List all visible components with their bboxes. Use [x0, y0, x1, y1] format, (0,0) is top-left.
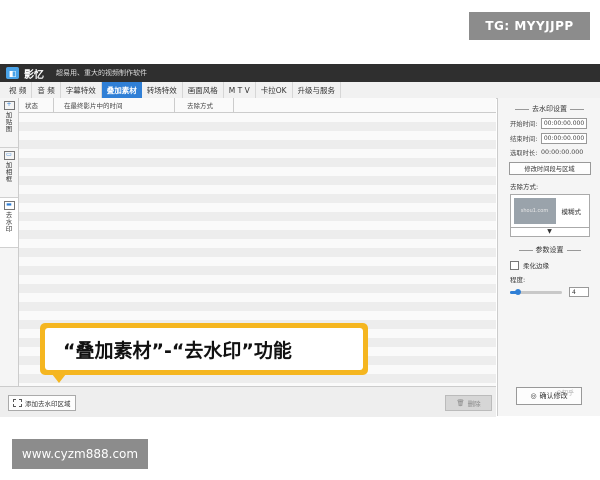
dashed-rect-icon [13, 399, 22, 407]
list-row [19, 194, 496, 203]
side-tab-label: 加相框 [5, 161, 13, 183]
side-tab-label: 加贴图 [5, 111, 13, 133]
start-time-label: 开始时间: [510, 121, 538, 128]
col-method: 去除方式 [175, 98, 234, 112]
callout-pointer [52, 374, 66, 383]
side-tab-frame[interactable]: ▭ 加相框 [0, 148, 18, 198]
start-time-input[interactable]: 00:00:00.000 [541, 118, 587, 129]
feature-callout: “叠加素材”-“去水印”功能 [40, 323, 368, 375]
list-row [19, 266, 496, 275]
removal-mode-label: 去除方式: [510, 183, 539, 191]
section-title-watermark: 去水印设置 [498, 104, 600, 114]
col-status: 状态 [19, 98, 54, 112]
soften-edge-label: 柔化边缘 [523, 262, 549, 270]
delete-button-label: 删除 [467, 400, 481, 408]
tab-picture-style[interactable]: 画面风格 [183, 82, 224, 98]
tab-overlay-material[interactable]: 叠加素材 [101, 82, 142, 98]
delete-button[interactable]: 🗑 删除 [445, 395, 492, 411]
degree-control: 4 [510, 287, 600, 297]
list-row [19, 149, 496, 158]
degree-label: 程度: [510, 276, 526, 284]
list-row [19, 248, 496, 257]
chevron-down-icon[interactable]: ▼ [509, 228, 590, 237]
mode-value: 模糊式 [561, 208, 582, 216]
list-row [19, 131, 496, 140]
sticker-icon: + [3, 101, 15, 110]
degree-value-input[interactable]: 4 [569, 287, 589, 297]
list-toolbar: 添加去水印区域 🗑 删除 [0, 386, 496, 417]
list-row [19, 113, 496, 122]
list-row [19, 203, 496, 212]
list-row [19, 158, 496, 167]
site-watermark: www.cyzm888.com [12, 439, 148, 469]
list-row [19, 212, 496, 221]
checkbox-box [510, 260, 519, 270]
tab-karaoke[interactable]: 卡拉OK [256, 82, 293, 98]
frame-icon: ▭ [3, 151, 15, 160]
tab-subtitle-effects[interactable]: 字幕特效 [61, 82, 102, 98]
trash-icon: 🗑 [456, 399, 465, 407]
list-row [19, 293, 496, 302]
zhihu-watermark: @知乎 [556, 390, 575, 397]
app-logo-icon: ◧ [6, 67, 19, 79]
end-time-label: 结束时间: [510, 136, 538, 143]
add-button-label: 添加去水印区域 [25, 400, 71, 408]
list-row [19, 140, 496, 149]
side-tab-remove-watermark[interactable]: ▬ 去水印 [0, 198, 18, 248]
modify-time-area-button[interactable]: 修改时间段与区域 [508, 162, 591, 175]
tg-watermark: TG: MYYJJPP [469, 12, 590, 40]
side-tabs: + 加贴图 ▭ 加相框 ▬ 去水印 [0, 98, 19, 416]
list-header: 状态 在最终影片中的时间 去除方式 [19, 98, 496, 113]
removal-mode-select[interactable]: shou1.com 模糊式 [509, 194, 590, 228]
list-row [19, 176, 496, 185]
duration-label: 选取时长: [510, 150, 538, 157]
start-time-row: 开始时间: 00:00:00.000 [510, 118, 600, 129]
section-title-params: 参数设置 [498, 245, 600, 255]
watermark-icon: ▬ [3, 201, 15, 210]
list-row [19, 302, 496, 311]
mode-preview-thumbnail: shou1.com [513, 198, 556, 224]
col-time: 在最终影片中的时间 [54, 98, 175, 112]
tab-transition-effects[interactable]: 转场特效 [142, 82, 183, 98]
end-time-input[interactable]: 00:00:00.000 [541, 133, 587, 144]
list-row [19, 257, 496, 266]
degree-slider[interactable] [510, 288, 562, 295]
end-time-row: 结束时间: 00:00:00.000 [510, 133, 600, 144]
list-row [19, 311, 496, 320]
list-row [19, 167, 496, 176]
tab-video[interactable]: 视 频 [4, 82, 33, 98]
tab-mtv[interactable]: M T V [224, 82, 256, 98]
list-row [19, 185, 496, 194]
tab-audio[interactable]: 音 频 [32, 82, 61, 98]
soften-edge-checkbox[interactable]: 柔化边缘 [510, 260, 600, 270]
side-tab-sticker[interactable]: + 加贴图 [0, 98, 18, 148]
duration-value: 00:00:00.000 [541, 149, 584, 156]
list-row [19, 122, 496, 131]
list-row [19, 284, 496, 293]
list-row [19, 374, 496, 383]
duration-row: 选取时长: 00:00:00.000 [510, 148, 600, 157]
app-name: 影忆 [24, 69, 44, 81]
callout-text: “叠加素材”-“去水印”功能 [45, 328, 363, 370]
add-watermark-area-button[interactable]: 添加去水印区域 [8, 395, 76, 411]
confirm-icon: ◎ [530, 392, 537, 400]
title-bar: ◧ 影忆 超易用、重大的视频制作软件 [0, 64, 600, 82]
main-tabs: 视 频 音 频 字幕特效 叠加素材 转场特效 画面风格 M T V 卡拉OK 升… [0, 82, 600, 99]
list-row [19, 275, 496, 284]
list-row [19, 221, 496, 230]
degree-slider-knob[interactable] [514, 288, 521, 295]
list-row [19, 230, 496, 239]
list-row [19, 239, 496, 248]
settings-panel: 去水印设置 开始时间: 00:00:00.000 结束时间: 00:00:00.… [497, 98, 600, 416]
side-tab-label: 去水印 [5, 211, 13, 233]
app-slogan: 超易用、重大的视频制作软件 [56, 69, 147, 77]
tab-upgrade-service[interactable]: 升级与服务 [293, 82, 342, 98]
